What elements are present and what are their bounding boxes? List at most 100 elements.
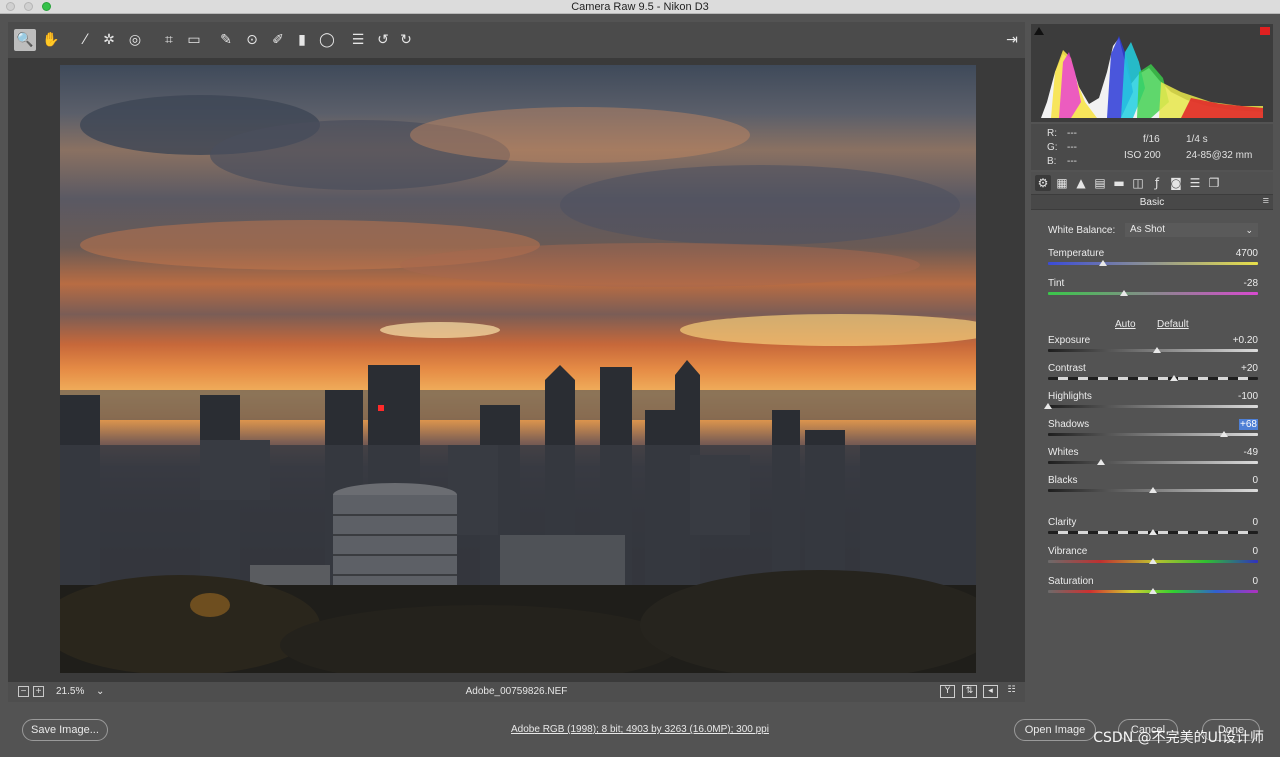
tint-slider-thumb[interactable]	[1120, 290, 1128, 296]
tab-hsl-icon[interactable]: ▤	[1092, 175, 1108, 191]
white-balance-tool-icon[interactable]: ⁄	[74, 29, 96, 51]
adjustment-panel: R: --- G: --- B: --- f/16 1/4 s ISO 200 …	[1031, 24, 1273, 702]
tint-slider-track[interactable]	[1048, 292, 1258, 295]
temperature-label: Temperature	[1048, 248, 1105, 259]
clarity-slider-thumb[interactable]	[1149, 529, 1157, 535]
exposure-label: Exposure	[1048, 335, 1091, 346]
auto-button[interactable]: Auto	[1115, 319, 1136, 330]
tint-value[interactable]: -28	[1208, 278, 1258, 289]
temperature-slider-track[interactable]	[1048, 262, 1258, 265]
window-title: Camera Raw 9.5 - Nikon D3	[571, 1, 709, 13]
highlights-slider-thumb[interactable]	[1044, 403, 1052, 409]
panel-menu-icon[interactable]: ≡	[1263, 195, 1269, 207]
white-balance-select[interactable]: As Shot ⌄	[1125, 223, 1258, 237]
preferences-tool-icon[interactable]: ☰	[347, 29, 369, 51]
highlights-label: Highlights	[1048, 391, 1092, 402]
city-sunset-photo	[60, 95, 976, 673]
hand-tool-icon[interactable]: ✋	[40, 29, 62, 51]
targeted-adjustment-tool-icon[interactable]: ◎	[124, 29, 146, 51]
footer-bar: Save Image... Adobe RGB (1998); 8 bit; 4…	[0, 706, 1280, 757]
toggle-fullscreen-icon[interactable]: ⇥	[1001, 29, 1023, 51]
panel-title: Basic	[1139, 197, 1165, 208]
panel-tabs: ⚙ ▦ ▲ ▤ ▬ ◫ ƒ ◙ ☰ ❐	[1031, 172, 1273, 194]
swap-settings-button[interactable]: ⇅	[962, 685, 977, 698]
toolbar: 🔍 ✋ ⁄ ✲ ◎ ⌗ ▭ ✎ ⊙ ✐ ▮ ◯ ☰ ↺ ↻ ⇥	[8, 22, 1025, 58]
r-value: ---	[1067, 128, 1077, 139]
shadows-value[interactable]: +68	[1208, 419, 1258, 430]
highlights-value[interactable]: -100	[1208, 391, 1258, 402]
tab-lens-corrections-icon[interactable]: ◫	[1130, 175, 1146, 191]
toggle-settings-button[interactable]: ☷	[1004, 685, 1019, 698]
contrast-label: Contrast	[1048, 363, 1086, 374]
saturation-label: Saturation	[1048, 576, 1094, 587]
shadows-value-text[interactable]: +68	[1239, 419, 1258, 430]
color-sampler-tool-icon[interactable]: ✲	[98, 29, 120, 51]
exposure-value[interactable]: +0.20	[1208, 335, 1258, 346]
tab-tone-curve-icon[interactable]: ▦	[1054, 175, 1070, 191]
tint-label: Tint	[1048, 278, 1065, 289]
shutter-value: 1/4 s	[1186, 134, 1208, 145]
tab-split-toning-icon[interactable]: ▬	[1111, 175, 1127, 191]
highlights-slider-track[interactable]	[1048, 405, 1258, 408]
g-value: ---	[1067, 142, 1077, 153]
whites-label: Whites	[1048, 447, 1079, 458]
title-bar: Camera Raw 9.5 - Nikon D3	[0, 0, 1280, 14]
adjustment-brush-tool-icon[interactable]: ✐	[267, 29, 289, 51]
contrast-value[interactable]: +20	[1208, 363, 1258, 374]
contrast-slider-thumb[interactable]	[1170, 375, 1178, 381]
shadows-slider-thumb[interactable]	[1220, 431, 1228, 437]
white-balance-value: As Shot	[1130, 224, 1166, 235]
clarity-value[interactable]: 0	[1208, 517, 1258, 528]
lens-value: 24-85@32 mm	[1186, 150, 1253, 161]
blacks-value[interactable]: 0	[1208, 475, 1258, 486]
canvas-status-bar: − + 21.5% ⌄ Adobe_00759826.NEF Y ⇅ ◂ ☷	[8, 682, 1025, 702]
b-label: B:	[1047, 156, 1057, 167]
tab-detail-icon[interactable]: ▲	[1073, 175, 1089, 191]
vibrance-label: Vibrance	[1048, 546, 1088, 557]
camera-info: R: --- G: --- B: --- f/16 1/4 s ISO 200 …	[1031, 124, 1273, 170]
saturation-value[interactable]: 0	[1208, 576, 1258, 587]
clarity-label: Clarity	[1048, 517, 1077, 528]
panel-header: Basic ≡	[1031, 194, 1273, 210]
tab-snapshots-icon[interactable]: ❐	[1206, 175, 1222, 191]
temperature-slider-thumb[interactable]	[1099, 260, 1107, 266]
whites-slider-track[interactable]	[1048, 461, 1258, 464]
whites-slider-thumb[interactable]	[1097, 459, 1105, 465]
exposure-slider-thumb[interactable]	[1153, 347, 1161, 353]
whites-value[interactable]: -49	[1208, 447, 1258, 458]
rotate-left-icon[interactable]: ↺	[372, 29, 394, 51]
blacks-label: Blacks	[1048, 475, 1078, 486]
tab-basic-icon[interactable]: ⚙	[1035, 175, 1051, 191]
contrast-slider-track[interactable]	[1048, 377, 1258, 380]
straighten-tool-icon[interactable]: ▭	[183, 29, 205, 51]
iso-value: ISO 200	[1124, 150, 1161, 161]
camera-raw-window: Camera Raw 9.5 - Nikon D3 🔍 ✋ ⁄ ✲ ◎ ⌗ ▭ …	[0, 0, 1280, 757]
vibrance-value[interactable]: 0	[1208, 546, 1258, 557]
spot-removal-tool-icon[interactable]: ✎	[215, 29, 237, 51]
radial-filter-tool-icon[interactable]: ◯	[316, 29, 338, 51]
histogram	[1031, 24, 1273, 122]
tab-effects-icon[interactable]: ƒ	[1149, 175, 1165, 191]
saturation-slider-thumb[interactable]	[1149, 588, 1157, 594]
before-after-view-button[interactable]: Y	[940, 685, 955, 698]
zoom-tool-icon[interactable]: 🔍	[14, 29, 36, 51]
shadows-label: Shadows	[1048, 419, 1090, 430]
graduated-filter-tool-icon[interactable]: ▮	[291, 29, 313, 51]
tab-presets-icon[interactable]: ☰	[1187, 175, 1203, 191]
r-label: R:	[1047, 128, 1057, 139]
file-name: Adobe_00759826.NEF	[465, 686, 568, 697]
vibrance-slider-thumb[interactable]	[1149, 558, 1157, 564]
image-canvas[interactable]	[8, 58, 1025, 682]
blacks-slider-thumb[interactable]	[1149, 487, 1157, 493]
copy-settings-button[interactable]: ◂	[983, 685, 998, 698]
crop-tool-icon[interactable]: ⌗	[158, 29, 180, 51]
default-button[interactable]: Default	[1157, 319, 1189, 330]
open-image-button[interactable]: Open Image	[1014, 719, 1096, 741]
histogram-graph	[1041, 36, 1263, 118]
white-balance-label: White Balance:	[1048, 225, 1116, 236]
temperature-value[interactable]: 4700	[1208, 248, 1258, 259]
red-eye-tool-icon[interactable]: ⊙	[241, 29, 263, 51]
photo-preview[interactable]	[60, 65, 976, 673]
rotate-right-icon[interactable]: ↻	[395, 29, 417, 51]
tab-camera-calibration-icon[interactable]: ◙	[1168, 175, 1184, 191]
